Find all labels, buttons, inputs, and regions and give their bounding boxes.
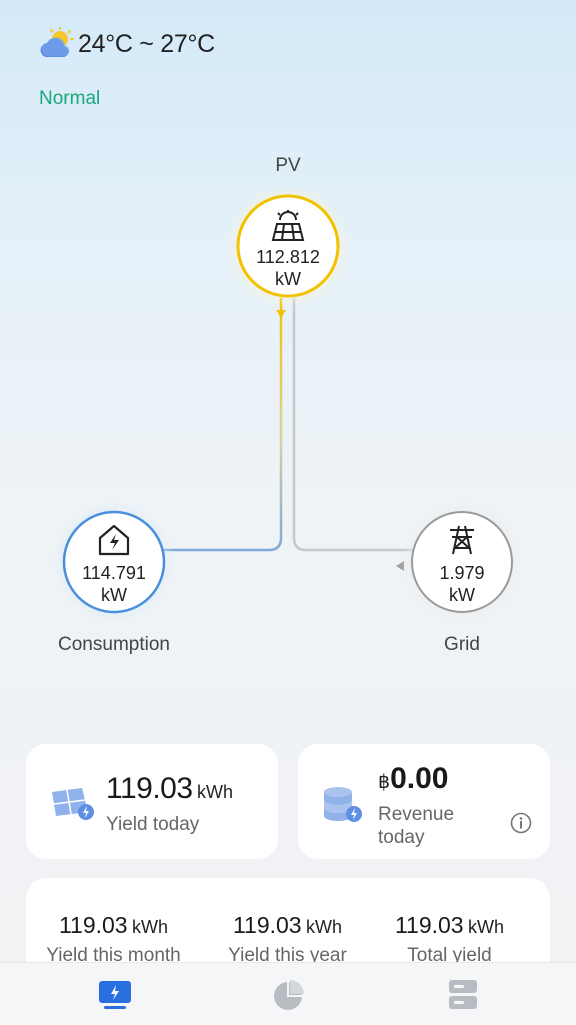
stat-year: 119.03 kWh Yield this year	[200, 912, 375, 967]
solar-panel-icon	[270, 210, 306, 242]
revenue-today-value: 0.00	[390, 762, 449, 795]
consumption-label: Consumption	[58, 634, 170, 655]
pie-chart-icon	[272, 979, 306, 1011]
nav-tab-devices[interactable]	[366, 963, 558, 1025]
pv-label: PV	[275, 155, 301, 176]
yield-today-unit: kWh	[196, 782, 233, 802]
power-tower-icon	[444, 524, 480, 556]
grid-power-unit: kW	[449, 585, 475, 605]
pv-node[interactable]: 112.812 kW	[238, 196, 338, 296]
solar-panel-icon	[48, 786, 96, 822]
yield-total-value: 119.03	[394, 912, 464, 938]
bottom-navigation	[0, 962, 576, 1025]
monitor-bolt-icon	[98, 979, 132, 1011]
stat-total: 119.03 kWh Total yield	[362, 912, 537, 967]
yield-month-unit: kWh	[132, 917, 169, 937]
energy-flow-diagram	[52, 184, 524, 624]
grid-node[interactable]: 1.979 kW	[412, 512, 512, 612]
nav-tab-statistics[interactable]	[192, 963, 384, 1025]
grid-power-value: 1.979	[439, 563, 485, 583]
info-icon[interactable]	[510, 812, 532, 834]
nav-tab-overview[interactable]	[18, 963, 210, 1025]
stat-month: 119.03 kWh Yield this month	[26, 912, 201, 967]
revenue-today-label-line2: today	[378, 827, 425, 848]
revenue-today-label-line1: Revenue	[378, 804, 455, 825]
pv-power-value: 112.812	[256, 247, 320, 267]
yield-today-value: 119.03	[106, 772, 193, 805]
grid-label: Grid	[444, 634, 480, 655]
yield-month-value: 119.03	[58, 912, 128, 938]
house-bolt-icon	[96, 524, 132, 556]
yield-total-unit: kWh	[468, 917, 505, 937]
yield-year-unit: kWh	[306, 917, 343, 937]
pv-power-unit: kW	[275, 269, 301, 289]
coins-icon	[320, 784, 364, 824]
consumption-node[interactable]: 114.791 kW	[64, 512, 164, 612]
yield-year-value: 119.03	[232, 912, 302, 938]
yield-today-label: Yield today	[106, 814, 200, 835]
yield-today-card[interactable]: 119.03 kWh Yield today	[26, 744, 278, 859]
currency-symbol: ฿	[378, 772, 391, 793]
revenue-today-card[interactable]: ฿0.00 Revenue today	[298, 744, 550, 859]
consumption-power-unit: kW	[101, 585, 127, 605]
device-list-icon	[446, 979, 480, 1011]
consumption-power-value: 114.791	[82, 563, 146, 583]
